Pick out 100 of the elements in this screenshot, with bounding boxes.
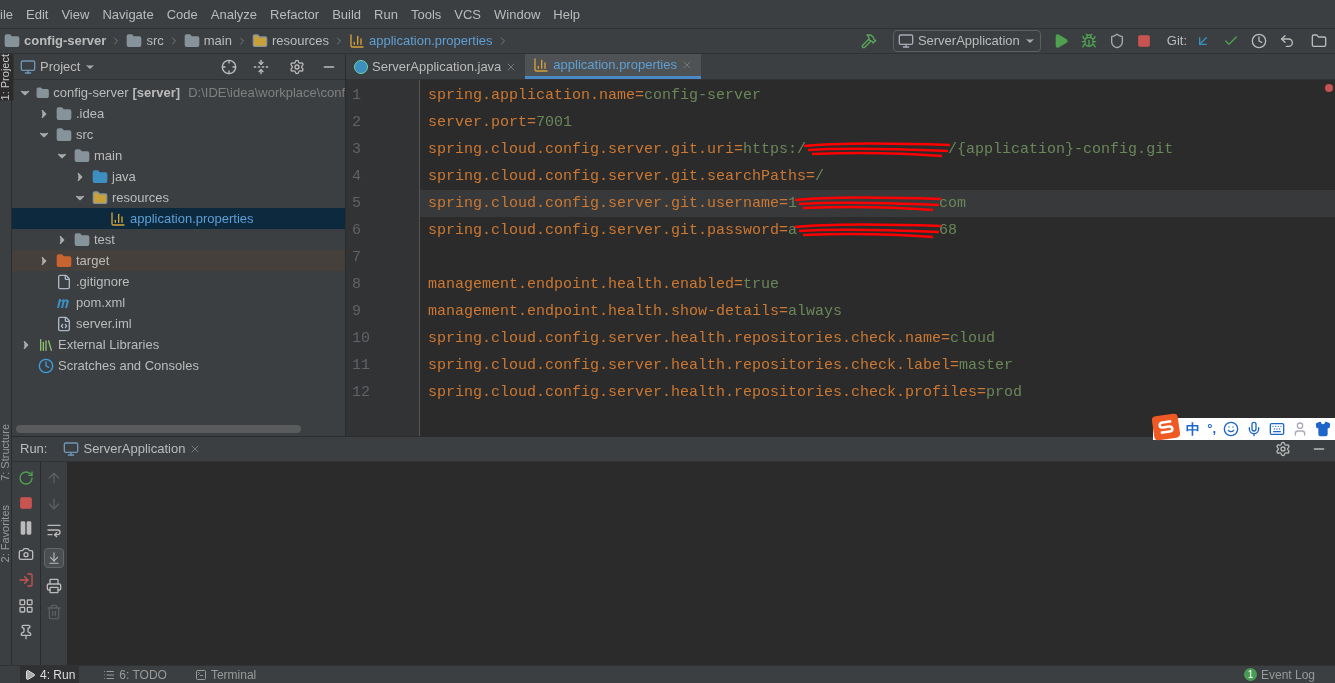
maven-icon [56,296,72,309]
tree-item[interactable]: java [12,166,345,187]
terminal-icon [194,668,207,681]
settings-icon[interactable] [289,58,305,75]
tree-item[interactable]: pom.xml [12,292,345,313]
run-config-dropdown[interactable]: ServerApplication [892,30,1041,52]
error-indicator-icon[interactable] [1325,84,1333,92]
editor-tab[interactable]: ServerApplication.java [346,54,526,79]
module-path: D:\IDE\idea\workplace\conf [188,83,345,102]
bar-chart-icon [110,210,126,227]
tree-item-label: main [94,146,123,165]
pin-icon[interactable] [18,624,34,640]
scratches-icon [38,357,54,374]
tree-item[interactable]: application.properties [12,208,345,229]
code-text: 68 [939,221,958,241]
menu-item[interactable]: Code [166,5,198,25]
file-icon [56,273,72,290]
tree-item[interactable]: resources [12,187,345,208]
event-log-button[interactable]: 1 Event Log [1243,665,1315,683]
collapse-icon[interactable] [253,58,269,75]
code-text: spring.cloud.config.server.health.repositories.check.label=master [428,356,1014,376]
ime-mode[interactable]: 中 [1186,418,1201,440]
stop-icon[interactable] [1136,34,1151,48]
history-icon[interactable] [1251,33,1267,49]
tree-item[interactable]: Scratches and Consoles [12,355,345,376]
libraries-icon [38,336,54,353]
tree-item[interactable]: External Libraries [12,334,345,355]
tool-window-tab[interactable]: 7: Structure [0,424,14,482]
emoji-icon[interactable] [1223,421,1239,437]
menu-item[interactable]: Navigate [102,5,154,25]
menu-item[interactable]: Build [332,5,362,25]
tree-item[interactable]: src [12,124,345,145]
tool-window-tab[interactable]: 2: Favorites [0,505,14,563]
debug-icon[interactable] [1080,33,1097,49]
scrollbar[interactable] [16,425,301,433]
wrap-icon[interactable] [46,522,62,538]
tree-item-label: config-server [53,83,129,102]
menu-item[interactable]: View [61,5,90,25]
menu-item[interactable]: VCS [454,5,482,25]
layout-icon[interactable] [18,598,34,614]
code-text: spring.application.name=config-server [428,86,762,106]
tool-window-button[interactable]: 6: TODO [99,666,171,683]
coverage-icon[interactable] [1108,33,1125,49]
tool-window-button[interactable]: Terminal [190,666,261,683]
code-text: spring.cloud.config.server.git.username=1 [428,194,798,214]
play-icon [24,668,36,681]
panel-title[interactable]: Project [40,56,81,77]
settings-icon[interactable] [1275,441,1291,457]
stop-icon[interactable] [19,496,33,510]
revert-icon[interactable] [1279,33,1295,49]
shirt-icon[interactable] [1315,421,1331,437]
menu-item[interactable]: ile [0,5,13,25]
folder-icon[interactable] [1311,33,1327,49]
microphone-icon[interactable] [1246,421,1262,437]
project-view-icon [20,58,36,75]
menu-item[interactable]: Help [553,5,581,25]
tree-item[interactable]: config-server [server] D:\IDE\idea\workplace\conf [12,82,345,103]
folder-icon [56,105,72,122]
tool-window-tab[interactable]: 1: Project [0,54,14,101]
tree-item[interactable]: .gitignore [12,271,345,292]
menu-item[interactable]: Tools [410,5,442,25]
rerun-icon[interactable] [18,470,34,486]
module-folder-icon [36,84,50,101]
menu-item[interactable]: Window [494,5,541,25]
menu-item[interactable]: Refactor [270,5,320,25]
pause-icon[interactable] [18,520,34,536]
folder-icon [92,168,108,185]
tree-item[interactable]: .idea [12,103,345,124]
breadcrumb[interactable]: main [179,31,248,51]
code-text: com [939,194,967,214]
tree-item[interactable]: target [12,250,345,271]
tree-item[interactable]: main [12,145,345,166]
tree-item-label: java [112,167,136,186]
exit-icon[interactable] [18,572,34,588]
keyboard-icon[interactable] [1269,421,1285,437]
breadcrumb[interactable]: application.properties [345,31,509,51]
tree-item-label: pom.xml [76,293,126,312]
tree-item[interactable]: server.iml [12,313,345,334]
editor-tab[interactable]: application.properties [525,54,701,79]
tree-item-label: server.iml [76,314,132,333]
build-icon[interactable] [860,33,877,49]
print-icon[interactable] [46,578,62,594]
breadcrumb[interactable]: resources [247,31,345,51]
locate-icon[interactable] [221,58,237,75]
tool-window-button[interactable]: 4: Run [20,666,80,683]
code-text: server.port=7001 [428,113,573,133]
folder-icon [74,231,90,248]
breadcrumb[interactable]: config-server [0,31,123,51]
ime-punctuation[interactable]: °, [1207,419,1216,439]
folder-icon [92,189,108,206]
git-label: Git: [1166,32,1187,51]
menu-item[interactable]: Edit [26,5,49,25]
scroll-to-end-icon[interactable] [44,548,64,568]
camera-icon[interactable] [18,546,34,562]
menu-item[interactable]: Analyze [210,5,257,25]
code-text: /{application}-config.git [948,140,1174,160]
breadcrumb[interactable]: src [122,31,180,51]
folder-icon [126,33,143,49]
menu-item[interactable]: Run [374,5,398,25]
tree-item[interactable]: test [12,229,345,250]
